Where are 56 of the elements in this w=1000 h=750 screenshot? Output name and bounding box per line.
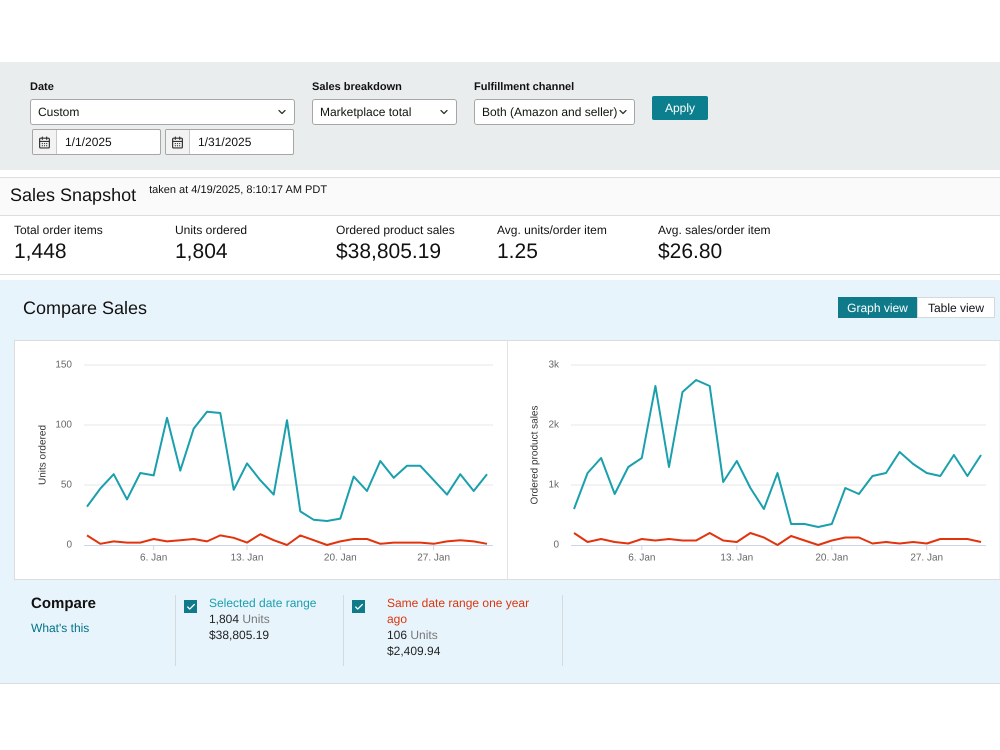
series-label: Same date range one year ago [387, 595, 530, 627]
fulfillment-channel-select[interactable]: Both (Amazon and seller) [474, 99, 635, 125]
axis-title: Ordered product sales [530, 406, 540, 504]
view-tab[interactable]: Table view [917, 297, 995, 318]
axis-title: Units ordered [38, 424, 48, 486]
units-total: 106 Units [387, 627, 438, 643]
metric-label: Avg. sales/order item [658, 223, 770, 237]
y-tick-label: 1k [548, 480, 559, 490]
y-tick-label: 50 [60, 480, 72, 490]
metric-label: Total order items [14, 223, 103, 237]
series-label: Selected date range [209, 595, 316, 611]
y-tick-label: 3k [548, 360, 559, 370]
calendar-icon [171, 136, 184, 148]
metric-label: Avg. units/order item [497, 223, 607, 237]
metric-label: Units ordered [175, 223, 248, 237]
snapshot-timestamp: taken at 4/19/2025, 8:10:17 AM PDT [149, 183, 328, 197]
x-tick-label: 27. Jan [910, 552, 944, 564]
start-date-field[interactable]: 1/1/2025 [32, 129, 161, 155]
view-tab[interactable]: Graph view [838, 297, 917, 318]
section-title: Sales Snapshot [10, 184, 136, 207]
end-date-field[interactable]: 1/31/2025 [165, 129, 294, 155]
section-title: Compare Sales [23, 296, 148, 318]
x-tick-label: 20. Jan [815, 552, 848, 564]
metric-value: $38,805.19 [336, 239, 442, 265]
y-tick-label: 0 [66, 540, 72, 550]
calendar-icon [38, 136, 51, 148]
x-tick-label: 6. Jan [628, 552, 656, 564]
field-label: Date [30, 80, 55, 94]
check-icon [186, 602, 196, 612]
checkbox[interactable] [184, 600, 197, 613]
sales-breakdown-select[interactable]: Marketplace total [312, 99, 457, 125]
x-tick-label: 27. Jan [417, 552, 450, 564]
x-tick-label: 13. Jan [230, 552, 264, 564]
sales-total: $2,409.94 [387, 643, 440, 659]
date-range-select[interactable]: Custom [30, 99, 295, 125]
y-tick-label: 100 [55, 420, 72, 430]
sales-total: $38,805.19 [209, 627, 270, 643]
units-total: 1,804 Units [209, 611, 270, 627]
apply-button[interactable]: Apply [652, 96, 708, 120]
check-icon [354, 602, 364, 612]
field-label: Sales breakdown [312, 80, 403, 94]
y-tick-label: 150 [55, 360, 72, 370]
x-tick-label: 13. Jan [720, 552, 754, 564]
metric-value: 1.25 [497, 239, 538, 265]
y-tick-label: 0 [553, 540, 559, 550]
metric-value: 1,804 [175, 239, 228, 265]
legend-title: Compare [31, 595, 96, 613]
field-label: Fulfillment channel [474, 80, 576, 94]
checkbox[interactable] [352, 600, 365, 613]
metric-value: $26.80 [658, 239, 722, 265]
x-tick-label: 6. Jan [140, 552, 168, 564]
x-tick-label: 20. Jan [324, 552, 357, 564]
metric-value: 1,448 [14, 239, 67, 265]
metric-label: Ordered product sales [336, 223, 455, 237]
whats-this-link[interactable]: What's this [31, 620, 90, 636]
y-tick-label: 2k [548, 420, 559, 430]
